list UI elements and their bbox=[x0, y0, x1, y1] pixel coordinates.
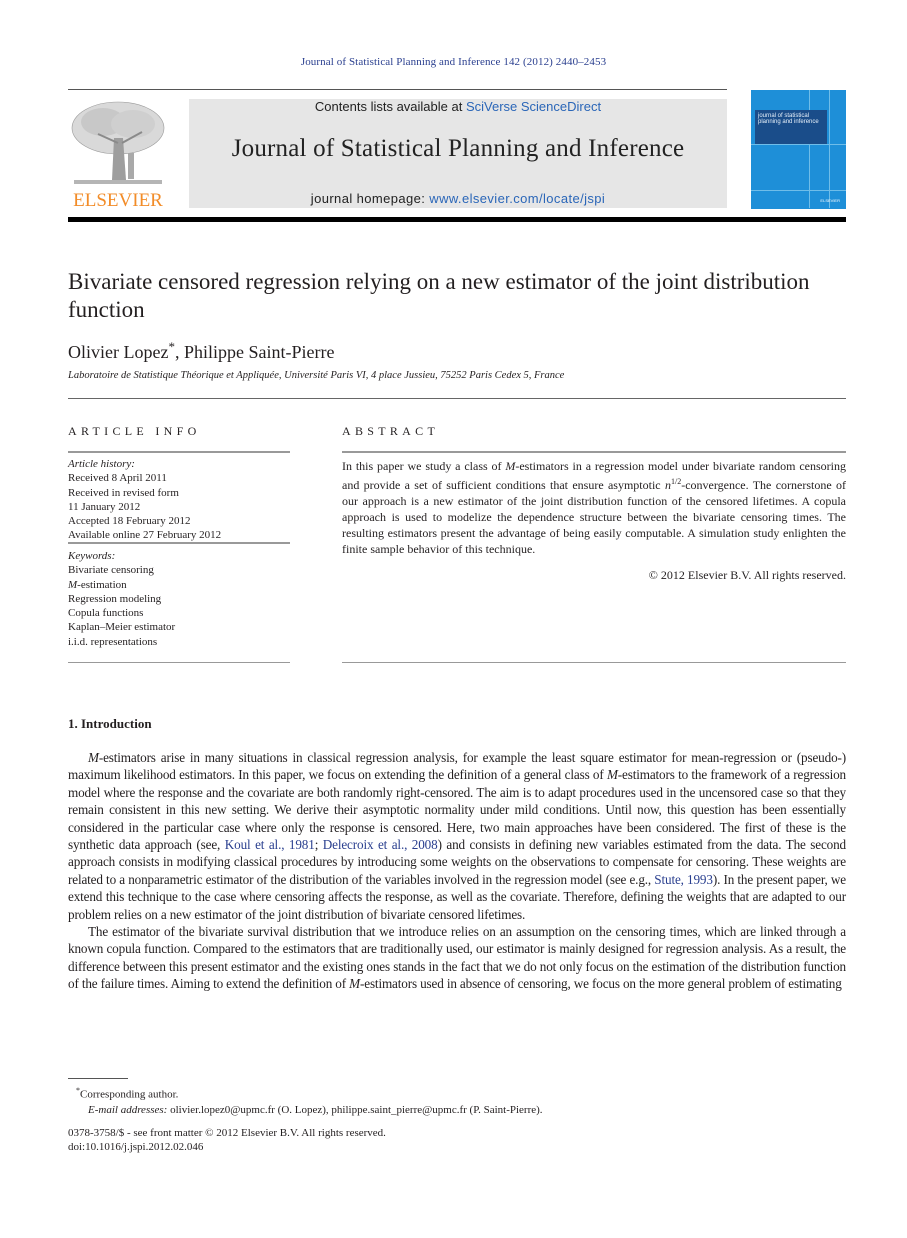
elsevier-wordmark: ELSEVIER bbox=[73, 190, 163, 211]
footnote-text: Corresponding author. bbox=[80, 1088, 179, 1101]
abstract-span: In this paper we study a class of bbox=[342, 459, 506, 473]
divider bbox=[342, 662, 846, 663]
journal-cover-thumbnail: journal of statistical planning and infe… bbox=[751, 90, 846, 209]
cover-title: journal of statistical planning and infe… bbox=[755, 110, 827, 144]
abstract-math: 1/2 bbox=[670, 477, 682, 486]
history-item: Accepted 18 February 2012 bbox=[68, 515, 191, 528]
article-info-heading: ARTICLE INFO bbox=[68, 424, 201, 438]
journal-banner: Contents lists available at SciVerse Sci… bbox=[189, 99, 727, 208]
corresponding-author-note: *Corresponding author. bbox=[68, 1083, 543, 1103]
math-symbol: M bbox=[349, 976, 360, 992]
footnote-rule bbox=[68, 1078, 128, 1079]
abstract-text: In this paper we study a class of M-esti… bbox=[342, 458, 846, 557]
author-name[interactable]: Olivier Lopez bbox=[68, 342, 168, 362]
author-list: Olivier Lopez*, Philippe Saint-Pierre bbox=[68, 339, 334, 363]
keywords-label: Keywords: bbox=[68, 550, 116, 562]
keyword: i.i.d. representations bbox=[68, 635, 158, 648]
paragraph: The estimator of the bivariate survival … bbox=[68, 923, 846, 993]
keyword: Regression modeling bbox=[68, 592, 162, 605]
text-span: ; bbox=[314, 837, 323, 853]
doi[interactable]: doi:10.1016/j.jspi.2012.02.046 bbox=[68, 1140, 386, 1154]
math-symbol: M bbox=[606, 767, 618, 783]
contents-line: Contents lists available at SciVerse Sci… bbox=[189, 99, 727, 114]
email-label: E-mail addresses: bbox=[88, 1103, 168, 1116]
keyword: Kaplan–Meier estimator bbox=[68, 621, 176, 634]
email-addresses: E-mail addresses: olivier.lopez0@upmc.fr… bbox=[68, 1103, 543, 1118]
article-title: Bivariate censored regression relying on… bbox=[68, 269, 810, 322]
abstract-copyright: © 2012 Elsevier B.V. All rights reserved… bbox=[648, 568, 846, 582]
affiliation: Laboratoire de Statistique Théorique et … bbox=[68, 370, 565, 381]
divider bbox=[68, 398, 846, 399]
footnotes: *Corresponding author. E-mail addresses:… bbox=[68, 1083, 543, 1118]
contents-prefix: Contents lists available at bbox=[314, 99, 466, 114]
journal-homepage: journal homepage: www.elsevier.com/locat… bbox=[189, 191, 727, 206]
divider bbox=[342, 451, 846, 453]
divider bbox=[68, 542, 290, 544]
citation-link[interactable]: Delecroix et al., 2008 bbox=[323, 837, 438, 852]
issn-block: 0378-3758/$ - see front matter © 2012 El… bbox=[68, 1126, 386, 1154]
divider bbox=[68, 451, 290, 453]
keyword: Copula functions bbox=[68, 607, 144, 620]
journal-title: Journal of Statistical Planning and Infe… bbox=[231, 135, 685, 162]
email-list[interactable]: olivier.lopez0@upmc.fr (O. Lopez), phili… bbox=[167, 1104, 542, 1116]
introduction-body: M-estimators arise in many situations in… bbox=[68, 749, 846, 993]
section-heading-introduction: 1. Introduction bbox=[68, 716, 152, 731]
abstract-heading: ABSTRACT bbox=[342, 424, 440, 438]
tree-icon bbox=[71, 101, 165, 184]
author-separator: , bbox=[174, 342, 184, 362]
citation-link[interactable]: Koul et al., 1981 bbox=[225, 837, 315, 852]
homepage-prefix: journal homepage: bbox=[310, 191, 430, 206]
history-item: Received in revised form bbox=[68, 486, 179, 499]
journal-reference[interactable]: Journal of Statistical Planning and Infe… bbox=[0, 56, 907, 68]
keywords: Keywords: Bivariate censoring M-estimati… bbox=[68, 549, 290, 649]
history-item: 11 January 2012 bbox=[68, 500, 141, 513]
history-item: Received 8 April 2011 bbox=[68, 472, 167, 485]
sciencedirect-link[interactable]: SciVerse ScienceDirect bbox=[466, 99, 601, 114]
keyword: M-estimation bbox=[68, 578, 127, 591]
header-bottom-rule bbox=[68, 217, 846, 222]
header-top-rule bbox=[68, 89, 727, 90]
article-history: Article history: Received 8 April 2011 R… bbox=[68, 457, 290, 543]
text-span: -estimators used in absence of censoring… bbox=[360, 976, 842, 992]
citation-link[interactable]: Stute, 1993 bbox=[654, 872, 713, 887]
math-symbol: M bbox=[88, 750, 99, 765]
abstract-math: M bbox=[505, 459, 516, 473]
homepage-link[interactable]: www.elsevier.com/locate/jspi bbox=[429, 191, 605, 206]
paragraph: M-estimators arise in many situations in… bbox=[68, 749, 846, 923]
history-item: Available online 27 February 2012 bbox=[68, 529, 222, 542]
history-label: Article history: bbox=[68, 458, 135, 470]
author-name[interactable]: Philippe Saint-Pierre bbox=[184, 342, 334, 362]
keyword: Bivariate censoring bbox=[68, 564, 154, 577]
divider bbox=[68, 662, 290, 663]
front-matter-line: 0378-3758/$ - see front matter © 2012 El… bbox=[68, 1127, 386, 1139]
cover-publisher: ELSEVIER bbox=[820, 198, 840, 203]
